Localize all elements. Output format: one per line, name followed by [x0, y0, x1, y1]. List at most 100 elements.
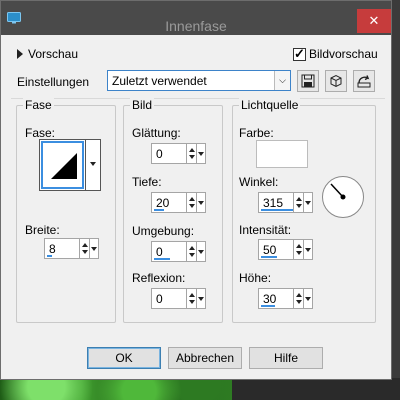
bevel-dropdown[interactable]	[85, 140, 100, 190]
bildvorschau-checkbox[interactable]	[293, 46, 306, 62]
glaettung-value: 0	[156, 147, 163, 161]
background-strip	[232, 378, 400, 400]
chevron-down-icon	[198, 201, 204, 205]
umgebung-stepper[interactable]	[187, 241, 197, 262]
breite-level-bar	[47, 255, 52, 257]
bild-group-title: Bild	[130, 98, 155, 112]
glaettung-spinner[interactable]: 0	[151, 143, 206, 164]
breite-spinner[interactable]: 8	[44, 238, 99, 259]
umgebung-value: 0	[156, 245, 163, 259]
help-button[interactable]: Hilfe	[249, 347, 323, 369]
arrow-up-icon	[189, 293, 195, 297]
hoehe-spinner[interactable]: 30	[258, 288, 313, 309]
reflexion-value: 0	[156, 292, 163, 306]
angle-dial-icon[interactable]	[321, 175, 365, 219]
bildvorschau-checkbox-row[interactable]: Bildvorschau	[293, 46, 378, 62]
fase-group-title: Fase	[23, 98, 54, 112]
intensitaet-slider-toggle[interactable]	[304, 239, 313, 260]
breite-slider-toggle[interactable]	[90, 238, 99, 259]
reflexion-label: Reflexion:	[132, 271, 186, 285]
arrow-up-icon	[296, 293, 302, 297]
glaettung-slider-toggle[interactable]	[197, 143, 206, 164]
intensitaet-spinner[interactable]: 50	[258, 239, 313, 260]
fase-label: Fase:	[25, 126, 56, 140]
chevron-down-icon[interactable]: ⌵	[274, 71, 290, 90]
winkel-label: Winkel:	[239, 175, 279, 189]
bevel-preview	[41, 141, 84, 189]
arrow-up-icon	[296, 244, 302, 248]
breite-field[interactable]: 8	[44, 238, 80, 259]
intensitaet-stepper[interactable]	[294, 239, 304, 260]
glaettung-stepper[interactable]	[187, 143, 197, 164]
close-button[interactable]: ✕	[357, 9, 391, 33]
window-title: Innenfase	[165, 18, 227, 34]
winkel-spinner[interactable]: 315	[258, 192, 313, 213]
delete-preset-button[interactable]	[325, 70, 347, 92]
reset-icon	[357, 75, 371, 88]
arrow-down-icon	[189, 253, 195, 257]
settings-select[interactable]: Zuletzt verwendet ⌵	[107, 70, 291, 91]
reflexion-slider-toggle[interactable]	[197, 288, 206, 309]
intensitaet-label: Intensität:	[239, 223, 292, 237]
arrow-down-icon	[296, 300, 302, 304]
arrow-up-icon	[189, 148, 195, 152]
umgebung-slider-toggle[interactable]	[197, 241, 206, 262]
hoehe-label: Höhe:	[239, 271, 272, 285]
tiefe-spinner[interactable]: 20	[151, 192, 206, 213]
umgebung-label: Umgebung:	[132, 224, 195, 238]
canvas-image-strip	[0, 378, 232, 400]
light-color-swatch[interactable]	[256, 140, 308, 168]
preview-toggle[interactable]: Vorschau	[17, 46, 78, 62]
bevel-shape-picker[interactable]	[39, 139, 101, 191]
reflexion-stepper[interactable]	[187, 288, 197, 309]
intensitaet-level-bar	[261, 256, 277, 258]
tiefe-field[interactable]: 20	[151, 192, 187, 213]
save-preset-icon	[301, 74, 315, 88]
glaettung-field[interactable]: 0	[151, 143, 187, 164]
intensitaet-value: 50	[263, 243, 277, 257]
intensitaet-field[interactable]: 50	[258, 239, 294, 260]
save-preset-button[interactable]	[297, 70, 319, 92]
arrow-down-icon	[189, 204, 195, 208]
dialog-window: Innenfase ✕ Vorschau Bildvorschau Einste…	[0, 0, 392, 380]
separator	[11, 98, 385, 99]
umgebung-spinner[interactable]: 0	[151, 241, 206, 262]
breite-stepper[interactable]	[80, 238, 90, 259]
settings-label: Einstellungen	[17, 75, 90, 89]
tiefe-stepper[interactable]	[187, 192, 197, 213]
arrow-up-icon	[189, 197, 195, 201]
title-bar: Innenfase ✕	[1, 1, 391, 35]
glaettung-label: Glättung:	[132, 126, 181, 140]
hoehe-slider-toggle[interactable]	[304, 288, 313, 309]
umgebung-level-bar	[154, 258, 170, 260]
reflexion-field[interactable]: 0	[151, 288, 187, 309]
breite-label: Breite:	[25, 223, 60, 237]
chevron-down-icon	[198, 152, 204, 156]
ok-button[interactable]: OK	[87, 347, 161, 369]
chevron-down-icon	[305, 248, 311, 252]
arrow-down-icon	[189, 300, 195, 304]
chevron-down-icon	[91, 247, 97, 251]
arrow-down-icon	[296, 251, 302, 255]
winkel-field[interactable]: 315	[258, 192, 294, 213]
arrow-up-icon	[82, 243, 88, 247]
chevron-down-icon	[90, 162, 96, 166]
hoehe-level-bar	[261, 305, 275, 307]
tiefe-level-bar	[154, 209, 164, 211]
winkel-stepper[interactable]	[294, 192, 304, 213]
arrow-down-icon	[82, 250, 88, 254]
bevel-preview-icon	[51, 153, 77, 179]
winkel-value: 315	[263, 196, 284, 210]
tiefe-slider-toggle[interactable]	[197, 192, 206, 213]
chevron-down-icon	[198, 297, 204, 301]
hoehe-field[interactable]: 30	[258, 288, 294, 309]
chevron-down-icon	[198, 250, 204, 254]
umgebung-field[interactable]: 0	[151, 241, 187, 262]
reflexion-spinner[interactable]: 0	[151, 288, 206, 309]
hoehe-stepper[interactable]	[294, 288, 304, 309]
cancel-button[interactable]: Abbrechen	[168, 347, 242, 369]
winkel-level-bar	[261, 209, 293, 211]
winkel-slider-toggle[interactable]	[304, 192, 313, 213]
reset-button[interactable]	[353, 70, 375, 92]
bildvorschau-label: Bildvorschau	[309, 47, 378, 61]
